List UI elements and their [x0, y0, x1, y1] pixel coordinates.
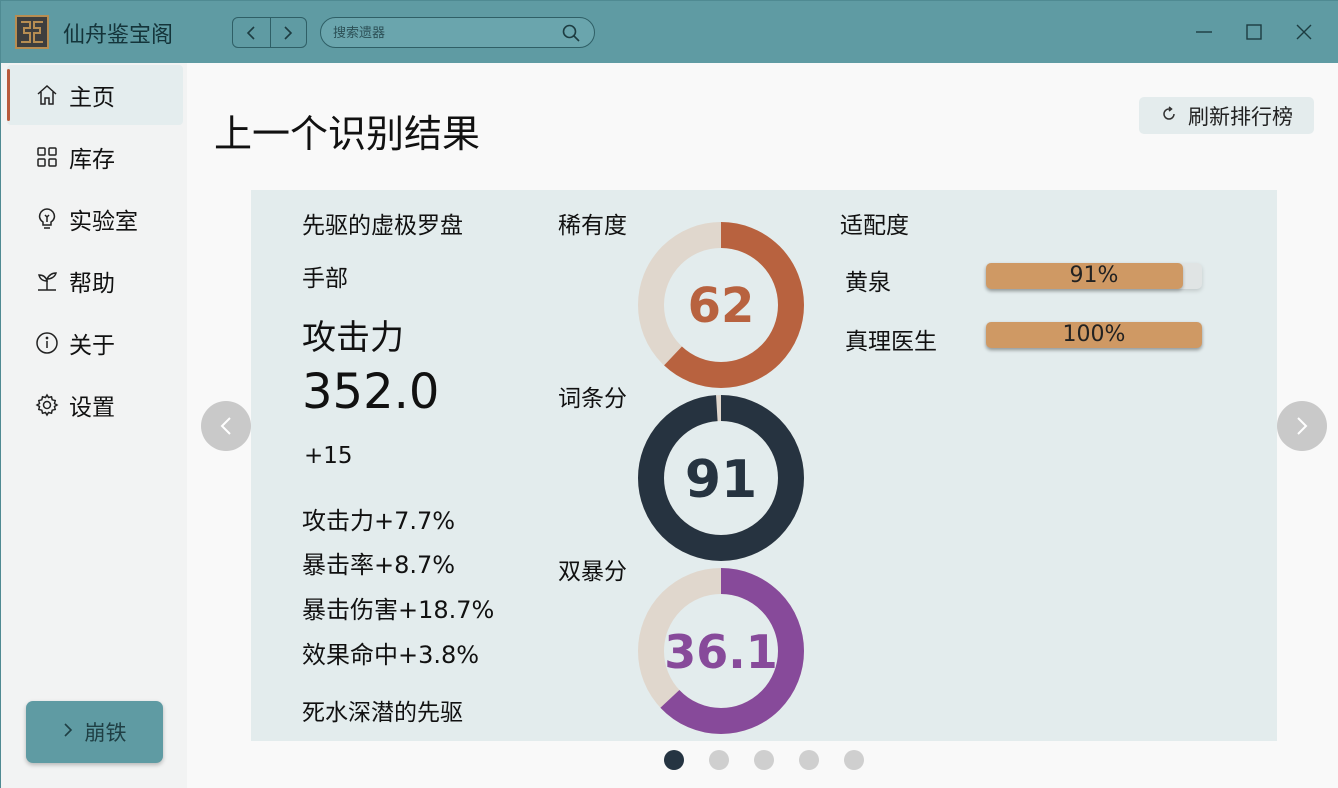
result-card: 先驱的虚极罗盘 手部 攻击力 352.0 +15 攻击力+7.7% 暴击率+8.…	[251, 190, 1277, 741]
search-box	[320, 17, 595, 48]
sidebar: 主页 库存 实验室 帮助 关于 设置 崩铁	[1, 63, 187, 788]
relic-name: 先驱的虚极罗盘	[302, 213, 463, 239]
carousel-next-button[interactable]	[1277, 401, 1327, 451]
chevron-right-icon	[284, 25, 293, 40]
substat-score-value: 91	[685, 450, 757, 510]
maximize-icon	[1246, 24, 1262, 40]
sidebar-item-settings[interactable]: 设置	[7, 375, 183, 435]
chevron-left-icon	[220, 417, 231, 435]
lightbulb-icon	[35, 207, 59, 231]
close-icon	[1296, 24, 1312, 40]
sidebar-item-lab[interactable]: 实验室	[7, 189, 183, 249]
search-icon[interactable]	[561, 23, 581, 43]
carousel-dot[interactable]	[664, 750, 684, 770]
nav-buttons	[232, 17, 307, 48]
title-bar: 仙舟鉴宝阁	[1, 1, 1338, 63]
close-button[interactable]	[1289, 17, 1319, 47]
gear-icon	[35, 393, 59, 417]
sprout-icon	[35, 269, 59, 293]
chevron-left-icon	[247, 25, 255, 40]
substat-score-gauge: 91	[638, 395, 804, 561]
game-switch-button[interactable]: 崩铁	[26, 701, 163, 763]
sidebar-item-label: 主页	[69, 85, 115, 111]
rarity-value: 62	[688, 278, 755, 334]
relic-main-stat: 攻击力	[302, 318, 404, 358]
sidebar-item-label: 实验室	[69, 209, 138, 235]
crit-score-label: 双暴分	[558, 559, 627, 585]
main-content: 上一个识别结果 刷新排行榜 先驱的虚极罗盘 手部 攻击力 352.0 +15 攻…	[187, 63, 1338, 788]
chevron-right-icon	[1297, 417, 1308, 435]
game-switch-label: 崩铁	[84, 721, 127, 745]
maximize-button[interactable]	[1239, 17, 1269, 47]
refresh-icon	[1160, 104, 1178, 128]
fit-bar: 91%	[986, 263, 1202, 289]
home-icon	[35, 83, 59, 107]
fit-bar: 100%	[986, 322, 1202, 348]
fit-value: 100%	[1062, 322, 1126, 347]
carousel-prev-button[interactable]	[201, 401, 251, 451]
info-icon	[35, 331, 59, 355]
search-input[interactable]	[333, 23, 553, 43]
sidebar-item-inventory[interactable]: 库存	[7, 127, 183, 187]
relic-substat: 暴击伤害+18.7%	[302, 596, 495, 624]
sidebar-item-about[interactable]: 关于	[7, 313, 183, 373]
sidebar-item-help[interactable]: 帮助	[7, 251, 183, 311]
page-title: 上一个识别结果	[214, 112, 481, 156]
refresh-label: 刷新排行榜	[1188, 104, 1293, 129]
fit-character-name: 真理医生	[845, 329, 937, 355]
relic-substat: 效果命中+3.8%	[302, 641, 480, 669]
relic-set-name: 死水深潜的先驱	[302, 700, 463, 726]
app-title: 仙舟鉴宝阁	[63, 23, 174, 48]
back-button[interactable]	[233, 18, 270, 47]
carousel-dot[interactable]	[844, 750, 864, 770]
crit-score-gauge: 36.1	[638, 568, 804, 734]
rarity-label: 稀有度	[558, 213, 627, 239]
rarity-gauge: 62	[638, 222, 804, 388]
app-logo-icon	[15, 15, 49, 49]
minimize-button[interactable]	[1189, 17, 1219, 47]
grid-icon	[35, 145, 59, 169]
minimize-icon	[1196, 31, 1212, 33]
relic-main-value: 352.0	[302, 364, 440, 420]
app-window: 仙舟鉴宝阁 搜索遗器 主页 库存 实验室 帮助 关于 设置 崩铁 上一个识别结果…	[0, 0, 1338, 788]
sidebar-item-label: 关于	[69, 333, 115, 359]
relic-slot: 手部	[302, 266, 348, 292]
sidebar-item-label: 帮助	[69, 271, 115, 297]
relic-substat: 暴击率+8.7%	[302, 551, 456, 579]
fit-label: 适配度	[840, 213, 909, 239]
carousel-dot[interactable]	[799, 750, 819, 770]
sidebar-item-label: 库存	[69, 147, 115, 173]
refresh-leaderboard-button[interactable]: 刷新排行榜	[1139, 97, 1314, 134]
carousel-dot[interactable]	[754, 750, 774, 770]
carousel-dot[interactable]	[709, 750, 729, 770]
crit-score-value: 36.1	[664, 625, 778, 679]
sidebar-item-label: 设置	[69, 395, 115, 421]
chevron-right-icon	[63, 722, 73, 743]
substat-score-label: 词条分	[558, 386, 627, 412]
fit-character-name: 黄泉	[845, 270, 891, 296]
relic-level: +15	[304, 443, 353, 469]
relic-substat: 攻击力+7.7%	[302, 507, 456, 535]
forward-button[interactable]	[269, 18, 307, 47]
sidebar-item-home[interactable]: 主页	[7, 65, 183, 125]
fit-value: 91%	[1069, 263, 1119, 288]
